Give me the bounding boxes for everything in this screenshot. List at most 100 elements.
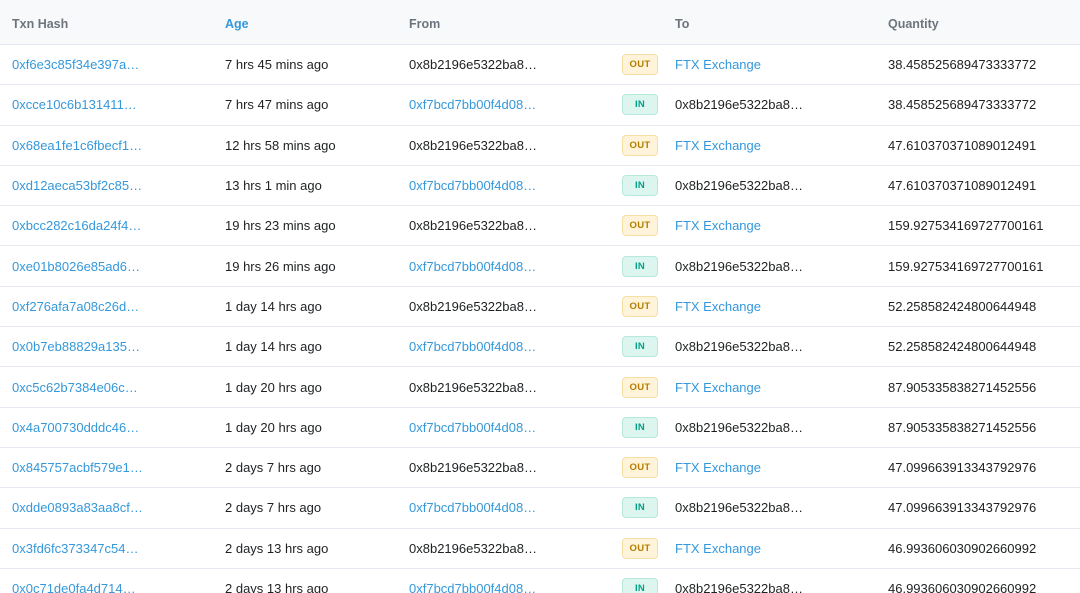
from-address-link[interactable]: 0xf7bcd7bb00f4d08… xyxy=(409,339,536,354)
quantity-value-cell: 159.927534169727700161 xyxy=(888,206,1043,245)
from-address-link[interactable]: 0xf7bcd7bb00f4d08… xyxy=(409,259,536,274)
txn-hash-link[interactable]: 0x3fd6fc373347c54… xyxy=(12,541,138,556)
to-address-link[interactable]: FTX Exchange xyxy=(675,380,761,395)
quantity-value: 38.458525689473333772 xyxy=(888,97,1037,113)
direction-cell: IN xyxy=(622,569,658,593)
txn-hash-link[interactable]: 0xdde0893a83aa8cf… xyxy=(12,500,143,515)
from-address-link-cell: 0xf7bcd7bb00f4d08… xyxy=(409,569,536,593)
to-address-link-cell: FTX Exchange xyxy=(675,45,761,84)
from-address: 0x8b2196e5322ba8… xyxy=(409,298,537,314)
direction-cell: OUT xyxy=(622,126,658,165)
txn-hash-link-cell: 0xcce10c6b131411… xyxy=(12,85,137,124)
direction-cell: OUT xyxy=(622,529,658,568)
to-address-link-cell: FTX Exchange xyxy=(675,126,761,165)
quantity-value-cell: 52.258582424800644948 xyxy=(888,327,1036,366)
txn-hash-link-cell: 0xd12aeca53bf2c85… xyxy=(12,166,142,205)
quantity-value-cell: 46.993606030902660992 xyxy=(888,529,1036,568)
direction-cell: OUT xyxy=(622,287,658,326)
txn-age-cell: 13 hrs 1 min ago xyxy=(225,166,322,205)
from-address: 0x8b2196e5322ba8… xyxy=(409,540,537,556)
to-address: 0x8b2196e5322ba8… xyxy=(675,258,803,274)
table-row: 0xd12aeca53bf2c85… 13 hrs 1 min ago 0xf7bc… xyxy=(0,166,1080,207)
to-address: 0x8b2196e5322ba8… xyxy=(675,97,803,113)
from-address-link[interactable]: 0xf7bcd7bb00f4d08… xyxy=(409,97,536,112)
to-address-link[interactable]: FTX Exchange xyxy=(675,541,761,556)
to-address-link[interactable]: FTX Exchange xyxy=(675,299,761,314)
txn-hash-link[interactable]: 0x4a700730dddc46… xyxy=(12,420,139,435)
from-address-link[interactable]: 0xf7bcd7bb00f4d08… xyxy=(409,178,536,193)
from-address-link-cell: 0xf7bcd7bb00f4d08… xyxy=(409,408,536,447)
txn-age: 2 days 13 hrs ago xyxy=(225,540,329,556)
quantity-value-cell: 52.258582424800644948 xyxy=(888,287,1036,326)
quantity-value: 52.258582424800644948 xyxy=(888,298,1037,314)
txn-hash-link[interactable]: 0xbcc282c16da24f4… xyxy=(12,218,141,233)
quantity-value-cell: 87.905335838271452556 xyxy=(888,367,1036,406)
to-address-cell: 0x8b2196e5322ba8… xyxy=(675,327,803,366)
from-address-link-cell: 0xf7bcd7bb00f4d08… xyxy=(409,85,536,124)
quantity-value: 47.099663913343792976 xyxy=(888,500,1037,516)
txn-hash-link[interactable]: 0xe01b8026e85ad6… xyxy=(12,259,140,274)
table-row: 0xdde0893a83aa8cf… 2 days 7 hrs ago 0xf7bc… xyxy=(0,488,1080,529)
direction-in-badge: IN xyxy=(622,497,658,519)
to-address-link-cell: FTX Exchange xyxy=(675,287,761,326)
quantity-value-cell: 47.610370371089012491 xyxy=(888,126,1036,165)
to-address-link[interactable]: FTX Exchange xyxy=(675,57,761,72)
quantity-value-cell: 159.927534169727700161 xyxy=(888,246,1043,285)
quantity-value: 46.993606030902660992 xyxy=(888,540,1037,556)
txn-hash-link-cell: 0xbcc282c16da24f4… xyxy=(12,206,141,245)
table-row: 0x4a700730dddc46… 1 day 20 hrs ago 0xf7bcd… xyxy=(0,408,1080,448)
direction-out-badge: OUT xyxy=(622,376,658,398)
from-address-link[interactable]: 0xf7bcd7bb00f4d08… xyxy=(409,420,536,435)
from-address-link[interactable]: 0xf7bcd7bb00f4d08… xyxy=(409,581,536,593)
to-address-cell: 0x8b2196e5322ba8… xyxy=(675,246,803,285)
table-row: 0x3fd6fc373347c54… 2 days 13 hrs ago 0x8b2… xyxy=(0,529,1080,569)
direction-in-badge: IN xyxy=(622,416,658,438)
from-address-cell: 0x8b2196e5322ba8… xyxy=(409,529,537,568)
from-address-cell: 0x8b2196e5322ba8… xyxy=(409,206,537,245)
column-header-quantity: Quantity xyxy=(888,17,939,31)
column-header-from: From xyxy=(409,17,441,31)
txn-hash-link[interactable]: 0xf6e3c85f34e397a… xyxy=(12,57,139,72)
from-address-link[interactable]: 0xf7bcd7bb00f4d08… xyxy=(409,500,536,515)
txn-hash-link[interactable]: 0x0b7eb88829a135… xyxy=(12,339,140,354)
txn-hash-link[interactable]: 0x0c71de0fa4d714… xyxy=(12,581,136,593)
to-address-cell: 0x8b2196e5322ba8… xyxy=(675,569,803,593)
from-address-link-cell: 0xf7bcd7bb00f4d08… xyxy=(409,246,536,285)
to-address-cell: 0x8b2196e5322ba8… xyxy=(675,488,803,527)
txn-age-cell: 2 days 13 hrs ago xyxy=(225,569,328,593)
txn-hash-link[interactable]: 0xd12aeca53bf2c85… xyxy=(12,178,142,193)
txn-hash-link-cell: 0xc5c62b7384e06c… xyxy=(12,367,138,406)
from-address-cell: 0x8b2196e5322ba8… xyxy=(409,367,537,406)
to-address-link[interactable]: FTX Exchange xyxy=(675,218,761,233)
txn-age: 2 days 7 hrs ago xyxy=(225,500,322,516)
txn-age: 7 hrs 47 mins ago xyxy=(225,97,329,113)
direction-out-badge: OUT xyxy=(622,537,658,559)
direction-cell: IN xyxy=(622,327,658,366)
txn-hash-link-cell: 0x68ea1fe1c6fbecf1… xyxy=(12,126,142,165)
txn-hash-link[interactable]: 0x845757acbf579e1… xyxy=(12,460,143,475)
txn-hash-link-cell: 0xf276afa7a08c26d… xyxy=(12,287,139,326)
direction-cell: IN xyxy=(622,166,658,205)
txn-hash-link[interactable]: 0x68ea1fe1c6fbecf1… xyxy=(12,138,142,153)
to-address-link[interactable]: FTX Exchange xyxy=(675,460,761,475)
txn-hash-link[interactable]: 0xc5c62b7384e06c… xyxy=(12,380,138,395)
quantity-value: 87.905335838271452556 xyxy=(888,419,1037,435)
from-address-cell: 0x8b2196e5322ba8… xyxy=(409,287,537,326)
txn-age-cell: 19 hrs 23 mins ago xyxy=(225,206,336,245)
txn-age-cell: 1 day 14 hrs ago xyxy=(225,327,322,366)
txn-hash-link[interactable]: 0xf276afa7a08c26d… xyxy=(12,299,139,314)
column-header-age-toggle[interactable]: Age xyxy=(225,17,249,31)
txn-hash-link[interactable]: 0xcce10c6b131411… xyxy=(12,97,137,112)
txn-hash-link-cell: 0x4a700730dddc46… xyxy=(12,408,139,447)
to-address-link[interactable]: FTX Exchange xyxy=(675,138,761,153)
to-address: 0x8b2196e5322ba8… xyxy=(675,419,803,435)
table-row: 0x0b7eb88829a135… 1 day 14 hrs ago 0xf7bcd… xyxy=(0,327,1080,368)
direction-out-badge: OUT xyxy=(622,215,658,237)
txn-age: 1 day 20 hrs ago xyxy=(225,419,322,435)
txn-age: 19 hrs 23 mins ago xyxy=(225,218,336,234)
txn-age: 7 hrs 45 mins ago xyxy=(225,57,329,73)
txn-age-cell: 2 days 7 hrs ago xyxy=(225,448,321,487)
quantity-value-cell: 38.458525689473333772 xyxy=(888,45,1036,84)
table-row: 0x845757acbf579e1… 2 days 7 hrs ago 0x8b21… xyxy=(0,448,1080,489)
txn-age-cell: 12 hrs 58 mins ago xyxy=(225,126,336,165)
